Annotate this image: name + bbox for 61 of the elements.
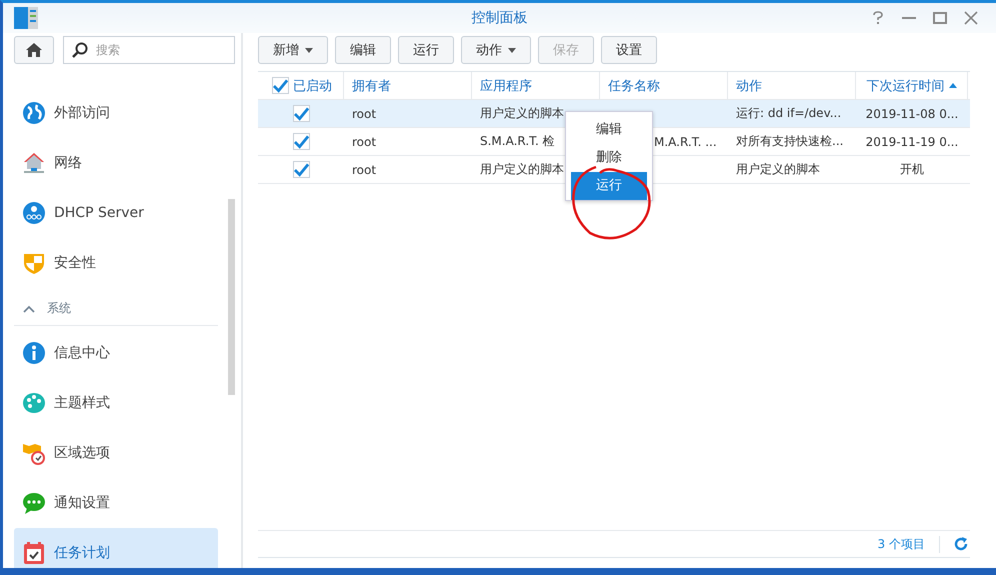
chat-bubble-icon — [22, 491, 46, 515]
column-header[interactable]: 拥有者 — [344, 72, 472, 99]
table-cell: 用户定义的脚本 — [480, 105, 564, 122]
search-field[interactable]: 搜索 — [63, 36, 235, 64]
menu-item[interactable]: 运行 — [571, 172, 647, 200]
sidebar-section[interactable]: 系统 — [14, 292, 218, 326]
close-icon[interactable] — [964, 11, 978, 25]
table-cell: root — [352, 134, 376, 148]
table-cell: root — [352, 106, 376, 120]
help-icon[interactable] — [871, 11, 885, 25]
sidebar-item[interactable]: 网络 — [14, 138, 218, 188]
table-cell: 用户定义的脚本 — [736, 161, 820, 178]
column-header[interactable]: 已启动 — [258, 72, 344, 99]
house-icon — [22, 151, 46, 175]
calendar-icon — [22, 541, 46, 565]
table-cell: 2019-11-19 0... — [866, 134, 958, 148]
refresh-icon[interactable] — [954, 537, 968, 551]
sidebar-item[interactable]: 任务计划 — [14, 528, 218, 568]
sidebar-item[interactable]: 区域选项 — [14, 428, 218, 478]
toolbar-button[interactable]: 动作 — [461, 36, 531, 64]
table-cell: 2019-11-08 0... — [866, 106, 958, 120]
column-header[interactable]: 下次运行时间 — [856, 72, 968, 99]
search-icon — [72, 42, 88, 58]
sidebar-item[interactable]: 通知设置 — [14, 478, 218, 528]
table-cell: 对所有支持快速检... — [736, 133, 844, 150]
shield-icon — [22, 251, 46, 275]
table-cell: 运行: dd if=/dev... — [736, 105, 842, 122]
sort-arrow-icon — [948, 83, 956, 88]
checkbox[interactable] — [292, 133, 310, 150]
checkbox[interactable] — [292, 105, 310, 122]
table-cell: 开机 — [900, 161, 924, 178]
window-title: 控制面板 — [470, 9, 528, 27]
table-cell: S.M.A.R.T. 检 — [480, 133, 555, 150]
table-cell: 用户定义的脚本 — [480, 161, 564, 178]
toolbar-button[interactable]: 设置 — [601, 36, 657, 64]
toolbar-button[interactable]: 运行 — [398, 36, 454, 64]
sidebar-item[interactable]: 主题样式 — [14, 378, 218, 428]
column-header[interactable]: 应用程序 — [472, 72, 600, 99]
scrollbar[interactable] — [228, 199, 235, 395]
column-header[interactable]: 动作 — [728, 72, 856, 99]
app-icon — [14, 7, 38, 29]
info-icon — [22, 341, 46, 365]
sidebar-item[interactable]: 信息中心 — [14, 328, 218, 378]
table-cell: M.A.R.T. ... — [654, 134, 717, 148]
maximize-icon[interactable] — [933, 11, 947, 25]
sidebar-item[interactable]: 安全性 — [14, 238, 218, 288]
toolbar-button[interactable]: 新增 — [258, 36, 328, 64]
home-icon — [25, 42, 43, 58]
column-header[interactable]: 任务名称 — [600, 72, 728, 99]
home-button[interactable] — [14, 36, 54, 64]
checkbox[interactable] — [292, 161, 310, 178]
map-clock-icon — [22, 441, 46, 465]
checkbox[interactable] — [272, 77, 289, 94]
globe-icon — [22, 101, 46, 125]
palette-icon — [22, 391, 46, 415]
sidebar-item[interactable]: DHCP Server — [14, 188, 218, 238]
item-count: 3 个项目 — [878, 536, 940, 552]
table-cell: root — [352, 162, 376, 176]
toolbar-button[interactable]: 编辑 — [335, 36, 391, 64]
sidebar-item[interactable]: 外部访问 — [14, 88, 218, 138]
network-icon — [22, 201, 46, 225]
